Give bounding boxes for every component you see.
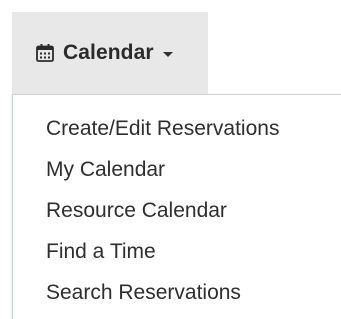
- caret-down-icon: [162, 52, 173, 57]
- menu-item-my-calendar[interactable]: My Calendar: [13, 149, 341, 190]
- menu-item-search-reservations[interactable]: Search Reservations: [13, 272, 341, 313]
- calendar-icon: [36, 44, 54, 62]
- menu-item-find-a-time[interactable]: Find a Time: [13, 231, 341, 272]
- menu-item-resource-calendar[interactable]: Resource Calendar: [13, 190, 341, 231]
- calendar-menu-toggle[interactable]: Calendar: [12, 12, 208, 94]
- stage: Calendar Create/Edit Reservations My Cal…: [0, 0, 341, 319]
- calendar-menu-label: Calendar: [63, 41, 154, 64]
- menu-item-create-edit-reservations[interactable]: Create/Edit Reservations: [13, 108, 341, 149]
- calendar-dropdown-menu: Create/Edit Reservations My Calendar Res…: [12, 94, 341, 319]
